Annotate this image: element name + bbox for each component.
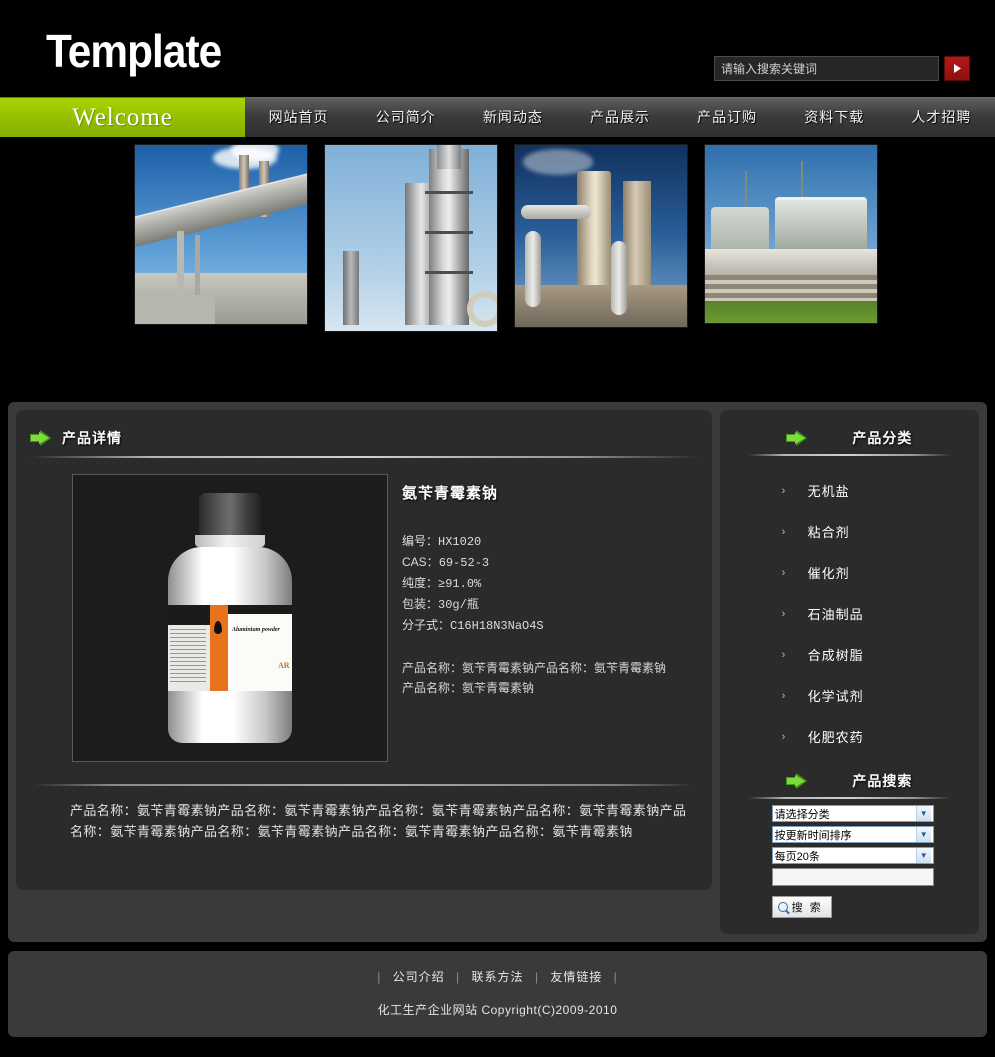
product-row: Aluminium powder AR 氨苄青霉素钠 编号：HX1020 CAS… bbox=[30, 458, 698, 762]
page-footer: | 公司介绍 | 联系方法 | 友情链接 | 化工生产企业网站 Copyrigh… bbox=[8, 951, 987, 1037]
search-button-label: 搜 索 bbox=[791, 902, 823, 914]
spec-row: CAS：69-52-3 bbox=[402, 555, 490, 570]
product-search-form: 请选择分类 ▼ 按更新时间排序 ▼ 每页20条 ▼ 搜 索 bbox=[720, 799, 979, 918]
chevron-down-icon: ▼ bbox=[915, 827, 931, 842]
perpage-select[interactable]: 每页20条 ▼ bbox=[771, 847, 934, 864]
footer-links: | 公司介绍 | 联系方法 | 友情链接 | bbox=[8, 968, 987, 985]
bottle-label-grade: AR bbox=[278, 661, 290, 670]
banner-section bbox=[0, 137, 995, 402]
top-header: Template bbox=[0, 0, 995, 97]
bottle-label-text: Aluminium powder bbox=[232, 627, 280, 633]
chevron-right-icon: › bbox=[781, 730, 786, 743]
chevron-down-icon: ▼ bbox=[915, 848, 931, 863]
category-label: 石油制品 bbox=[807, 607, 864, 622]
product-name: 氨苄青霉素钠 bbox=[402, 485, 499, 502]
nav-item-order[interactable]: 产品订购 bbox=[674, 98, 781, 137]
banner-image-4 bbox=[704, 144, 878, 324]
product-detail-header: 产品详情 bbox=[30, 420, 698, 454]
content-container: 产品详情 Aluminium powder AR 氨苄青霉素钠 编号：HX102… bbox=[8, 402, 987, 942]
category-label: 无机盐 bbox=[807, 484, 850, 499]
chevron-right-icon: › bbox=[781, 689, 786, 702]
footer-divider: | bbox=[377, 970, 382, 984]
product-image[interactable]: Aluminium powder AR bbox=[72, 474, 388, 762]
search-input[interactable] bbox=[714, 56, 939, 81]
green-arrow-icon bbox=[786, 773, 808, 789]
banner-image-1 bbox=[134, 144, 308, 325]
footer-divider: | bbox=[456, 970, 461, 984]
banner-image-strip bbox=[134, 144, 878, 332]
footer-link-friendlinks[interactable]: 友情链接 bbox=[550, 970, 602, 984]
panel-title: 产品详情 bbox=[62, 430, 122, 446]
header-search bbox=[714, 56, 970, 81]
category-label: 合成树脂 bbox=[807, 648, 864, 663]
product-search-title: 产品搜索 bbox=[852, 773, 913, 789]
extra-line: 产品名称：氨苄青霉素钠 bbox=[402, 681, 535, 695]
category-select[interactable]: 请选择分类 ▼ bbox=[771, 805, 934, 822]
sidebar-panel: 产品分类 › 无机盐 › 粘合剂 › 催化剂 › 石油制品 › 合成树脂 › 化… bbox=[719, 410, 979, 934]
footer-divider: | bbox=[534, 970, 539, 984]
chevron-right-icon: › bbox=[781, 566, 786, 579]
category-label: 化学试剂 bbox=[807, 689, 864, 704]
category-label: 化肥农药 bbox=[807, 730, 864, 745]
magnifier-icon bbox=[777, 902, 788, 912]
banner-image-3 bbox=[514, 144, 688, 328]
nav-item-jobs[interactable]: 人才招聘 bbox=[888, 98, 995, 137]
category-header: 产品分类 bbox=[720, 420, 979, 454]
category-select-value: 请选择分类 bbox=[774, 808, 830, 821]
nav-welcome-logo[interactable]: Welcome bbox=[0, 98, 245, 137]
keyword-input[interactable] bbox=[771, 868, 934, 886]
footer-divider: | bbox=[613, 970, 618, 984]
nav-item-about[interactable]: 公司简介 bbox=[352, 98, 459, 137]
green-arrow-icon bbox=[30, 430, 51, 446]
perpage-select-value: 每页20条 bbox=[774, 850, 820, 863]
sidebar-item-inorganic-salt[interactable]: › 无机盐 bbox=[720, 470, 979, 511]
green-arrow-icon bbox=[786, 430, 808, 446]
product-detail-panel: 产品详情 Aluminium powder AR 氨苄青霉素钠 编号：HX102… bbox=[16, 410, 712, 890]
sidebar-item-petroleum[interactable]: › 石油制品 bbox=[720, 593, 979, 634]
sidebar-item-reagent[interactable]: › 化学试剂 bbox=[720, 675, 979, 716]
sidebar-item-fertilizer[interactable]: › 化肥农药 bbox=[720, 716, 979, 757]
sort-select[interactable]: 按更新时间排序 ▼ bbox=[771, 826, 934, 843]
product-specs: 编号：HX1020 CAS：69-52-3 纯度：≥91.0% 包装：30g/瓶… bbox=[402, 531, 698, 636]
nav-item-news[interactable]: 新闻动态 bbox=[459, 98, 566, 137]
sidebar-item-catalyst[interactable]: › 催化剂 bbox=[720, 552, 979, 593]
chevron-right-icon: › bbox=[781, 525, 786, 538]
play-arrow-icon bbox=[953, 64, 961, 73]
site-logo: Template bbox=[46, 25, 222, 77]
spec-row: 包装：30g/瓶 bbox=[402, 597, 479, 612]
sidebar-item-resin[interactable]: › 合成树脂 bbox=[720, 634, 979, 675]
nav-item-products[interactable]: 产品展示 bbox=[566, 98, 673, 137]
product-search-header: 产品搜索 bbox=[720, 763, 979, 797]
product-description: 产品名称：氨苄青霉素钠产品名称：氨苄青霉素钠产品名称：氨苄青霉素钠产品名称：氨苄… bbox=[70, 803, 687, 839]
nav-item-list: 网站首页 公司简介 新闻动态 产品展示 产品订购 资料下载 人才招聘 bbox=[245, 98, 995, 137]
category-list: › 无机盐 › 粘合剂 › 催化剂 › 石油制品 › 合成树脂 › 化学试剂 ›… bbox=[720, 456, 979, 763]
chemical-bottle-graphic: Aluminium powder AR bbox=[168, 493, 292, 743]
category-label: 催化剂 bbox=[807, 566, 850, 581]
spec-row: 编号：HX1020 bbox=[402, 534, 482, 549]
search-submit-button[interactable] bbox=[944, 56, 970, 81]
banner-image-2 bbox=[324, 144, 498, 332]
product-search-button[interactable]: 搜 索 bbox=[771, 896, 832, 918]
footer-link-about[interactable]: 公司介绍 bbox=[393, 970, 445, 984]
chevron-right-icon: › bbox=[781, 484, 786, 497]
chevron-right-icon: › bbox=[781, 607, 786, 620]
spec-row: 分子式：C16H18N3NaO4S bbox=[402, 618, 544, 633]
nav-item-downloads[interactable]: 资料下载 bbox=[781, 98, 888, 137]
sort-select-value: 按更新时间排序 bbox=[774, 829, 852, 842]
main-navigation: Welcome 网站首页 公司简介 新闻动态 产品展示 产品订购 资料下载 人才… bbox=[0, 97, 995, 137]
category-label: 粘合剂 bbox=[807, 525, 850, 540]
category-title: 产品分类 bbox=[852, 430, 913, 446]
footer-link-contact[interactable]: 联系方法 bbox=[471, 970, 523, 984]
extra-line: 产品名称：氨苄青霉素钠产品名称：氨苄青霉素钠 bbox=[402, 661, 667, 675]
chevron-down-icon: ▼ bbox=[915, 806, 931, 821]
spec-row: 纯度：≥91.0% bbox=[402, 576, 482, 591]
copyright-text: 化工生产企业网站 Copyright(C)2009-2010 bbox=[377, 1003, 618, 1017]
product-info: 氨苄青霉素钠 编号：HX1020 CAS：69-52-3 纯度：≥91.0% 包… bbox=[402, 474, 698, 762]
nav-item-home[interactable]: 网站首页 bbox=[245, 98, 352, 137]
product-extra-info: 产品名称：氨苄青霉素钠产品名称：氨苄青霉素钠 产品名称：氨苄青霉素钠 bbox=[402, 658, 698, 698]
sidebar-item-adhesive[interactable]: › 粘合剂 bbox=[720, 511, 979, 552]
chevron-right-icon: › bbox=[781, 648, 786, 661]
